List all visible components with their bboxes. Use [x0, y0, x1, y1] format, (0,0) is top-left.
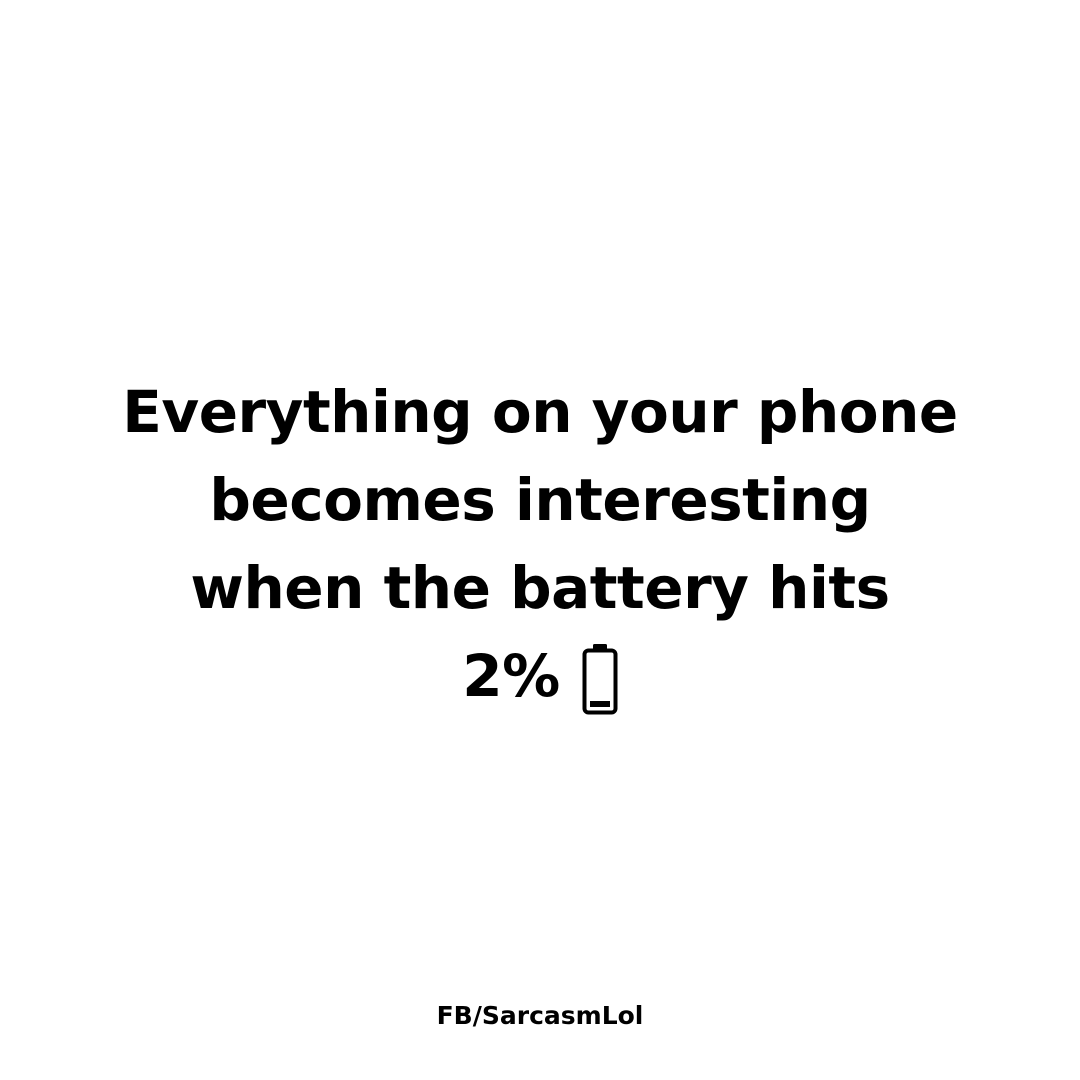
quote-line-2: becomes interesting: [209, 466, 871, 534]
battery-percentage: 2%: [462, 642, 560, 710]
low-battery-icon: [582, 643, 618, 715]
quote-last-line: 2%: [462, 632, 618, 720]
quote-line-1: Everything on your phone: [122, 378, 958, 446]
page: { "quote": { "lines": [ "Everything on y…: [0, 0, 1080, 1080]
quote-text: Everything on your phone becomes interes…: [0, 368, 1080, 720]
quote-line-4: 2%: [0, 632, 1080, 720]
quote-line-3: when the battery hits: [190, 554, 890, 622]
footer-credit: FB/SarcasmLol: [436, 1001, 644, 1030]
